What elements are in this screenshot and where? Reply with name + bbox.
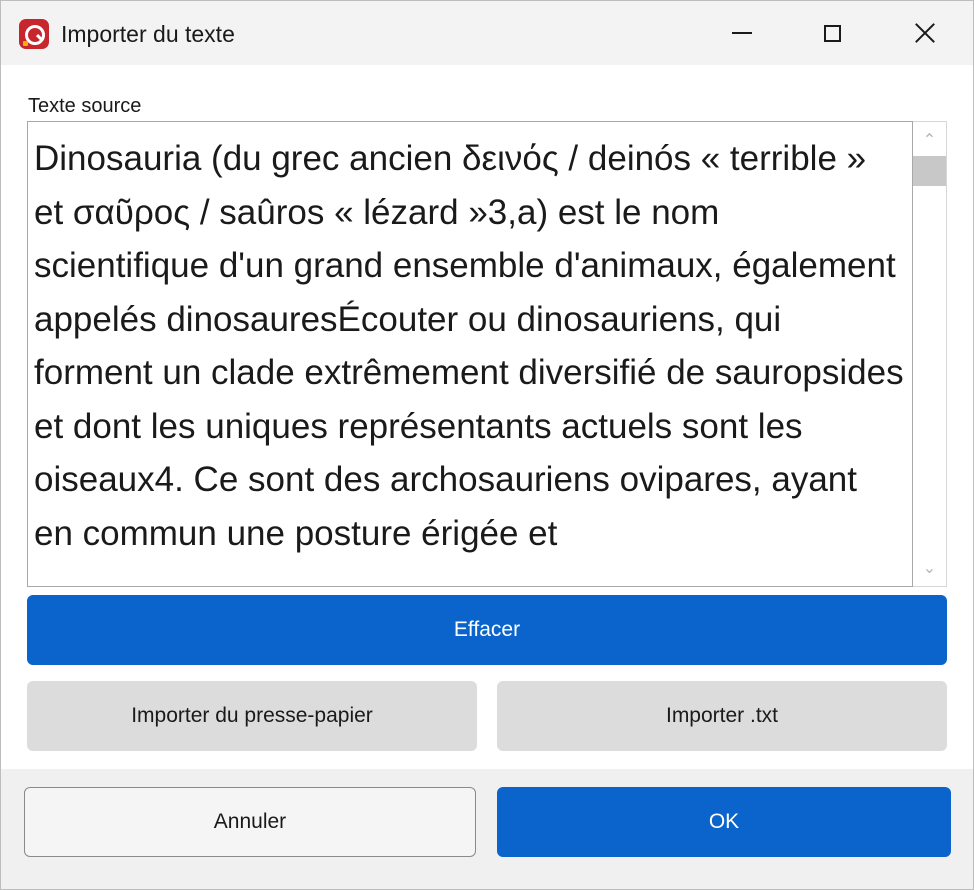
- ok-button[interactable]: OK: [497, 787, 951, 857]
- minimize-button[interactable]: [697, 1, 787, 65]
- import-text-dialog: Importer du texte Texte source Dinosauri…: [0, 0, 974, 890]
- scroll-thumb[interactable]: [913, 156, 946, 186]
- minimize-icon: [732, 32, 752, 34]
- maximize-button[interactable]: [787, 1, 877, 65]
- scroll-down-icon[interactable]: ⌄: [913, 552, 946, 584]
- maximize-icon: [823, 24, 841, 42]
- text-scrollbar[interactable]: ⌃ ⌄: [913, 121, 947, 587]
- close-button[interactable]: [877, 1, 973, 65]
- app-logo-icon: [19, 19, 49, 49]
- title-bar[interactable]: Importer du texte: [1, 1, 973, 65]
- source-text-area[interactable]: Dinosauria (du grec ancien δεινός / dein…: [27, 121, 913, 587]
- source-text-label: Texte source: [28, 95, 142, 117]
- app-logo-dot: [23, 41, 28, 46]
- clear-button[interactable]: Effacer: [27, 595, 947, 665]
- app-logo-ring: [25, 25, 45, 45]
- window-title: Importer du texte: [61, 21, 235, 47]
- source-text-content[interactable]: Dinosauria (du grec ancien δεινός / dein…: [34, 132, 904, 560]
- scroll-up-icon[interactable]: ⌃: [913, 124, 946, 156]
- close-icon: [914, 22, 936, 44]
- import-clipboard-button[interactable]: Importer du presse-papier: [27, 681, 477, 751]
- cancel-button[interactable]: Annuler: [24, 787, 476, 857]
- import-txt-button[interactable]: Importer .txt: [497, 681, 947, 751]
